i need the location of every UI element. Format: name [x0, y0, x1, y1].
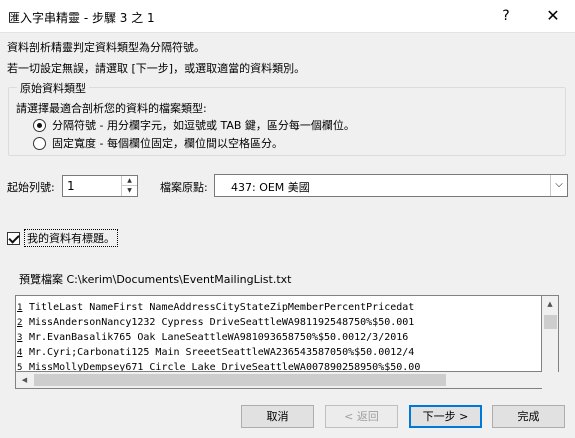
spinner-arrows[interactable]: ▲ ▼	[121, 176, 137, 196]
checkbox-checked-icon[interactable]	[7, 231, 20, 245]
horizontal-scrollbar[interactable]: ◀	[15, 372, 542, 389]
row-number: 2	[17, 317, 23, 328]
spin-up-icon[interactable]: ▲	[122, 176, 137, 186]
vertical-scroll-thumb[interactable]	[544, 315, 557, 329]
data-type-group: 原始資料類型 請選擇最適合剖析您的資料的檔案類型: 分隔符號 - 用分欄字元，如…	[8, 80, 566, 156]
preview-row: 4 Mr.Cyri;Carbonati125 Main SreeetSeattl…	[17, 345, 420, 360]
title-bar: 匯入字串精靈 - 步驟 3 之 1 ? ✕	[0, 0, 575, 33]
group-prompt: 請選擇最適合剖析您的資料的檔案類型:	[16, 102, 207, 115]
preview-row: 3 Mr.EvanBasalik765 Oak LaneSeattleWA981…	[17, 330, 420, 345]
radio-unselected-icon[interactable]	[33, 136, 46, 150]
start-row-spinner[interactable]: 1 ▲ ▼	[62, 175, 138, 197]
file-origin-dropdown[interactable]: 437: OEM 美國 ⌵	[214, 174, 568, 197]
has-headers-label[interactable]: 我的資料有標題。	[24, 229, 118, 247]
has-headers-checkbox[interactable]: 我的資料有標題。	[7, 229, 118, 247]
scroll-up-icon[interactable]: ▲	[542, 296, 558, 313]
row-text: MissMollyDempsey671 Circle Lake DriveSea…	[29, 362, 421, 372]
row-text: MissAndersonNancy1232 Cypress DriveSeatt…	[29, 317, 415, 328]
radio-delimited[interactable]: 分隔符號 - 用分欄字元，如逗號或 TAB 鍵，區分每一個欄位。	[33, 117, 355, 133]
back-button[interactable]: < 返回	[325, 405, 398, 428]
preview-row: 1 TitleLast NameFirst NameAddressCitySta…	[17, 300, 420, 315]
chevron-down-icon[interactable]: ⌵	[550, 175, 567, 196]
horizontal-scroll-thumb[interactable]	[34, 374, 446, 386]
row-number: 1	[17, 302, 23, 313]
preview-pane[interactable]: 1 TitleLast NameFirst NameAddressCitySta…	[15, 295, 542, 372]
preview-lines: 1 TitleLast NameFirst NameAddressCitySta…	[17, 300, 421, 372]
preview-row: 2 MissAndersonNancy1232 Cypress DriveSea…	[17, 315, 420, 330]
scroll-left-icon[interactable]: ◀	[16, 372, 33, 388]
row-text: TitleLast NameFirst NameAddressCityState…	[29, 302, 415, 313]
row-number: 3	[17, 332, 23, 343]
radio-fixed-width-label: 固定寬度 - 每個欄位固定，欄位間以空格區分。	[52, 137, 283, 150]
vertical-scrollbar[interactable]: ▲	[542, 295, 559, 372]
radio-fixed-width[interactable]: 固定寬度 - 每個欄位固定，欄位間以空格區分。	[33, 135, 283, 151]
preview-row: 5 MissMollyDempsey671 Circle Lake DriveS…	[17, 360, 421, 372]
import-options-row: 起始列號: 1 ▲ ▼ 檔案原點: 437: OEM 美國 ⌵	[0, 174, 575, 198]
row-number: 4	[17, 347, 23, 358]
spin-down-icon[interactable]: ▼	[122, 186, 137, 196]
cancel-button[interactable]: 取消	[241, 405, 314, 428]
intro-line-1: 資料剖析精靈判定資料類型為分隔符號。	[7, 41, 205, 54]
next-button[interactable]: 下一步 >	[409, 405, 482, 428]
start-row-value[interactable]: 1	[67, 179, 75, 193]
help-button[interactable]: ?	[486, 4, 526, 29]
file-origin-label: 檔案原點:	[160, 181, 208, 194]
row-number: 5	[17, 362, 23, 372]
group-legend: 原始資料類型	[17, 80, 89, 96]
intro-line-2: 若一切設定無誤，請選取 [下一步]，或選取適當的資料類別。	[7, 62, 306, 75]
row-text: Mr.EvanBasalik765 Oak LaneSeattleWA98109…	[29, 332, 409, 343]
finish-button[interactable]: 完成	[492, 405, 565, 428]
row-text: Mr.Cyri;Carbonati125 Main SreeetSeattleW…	[29, 347, 415, 358]
radio-delimited-label: 分隔符號 - 用分欄字元，如逗號或 TAB 鍵，區分每一個欄位。	[52, 119, 355, 132]
start-row-label: 起始列號:	[7, 181, 55, 194]
preview-file-label: 預覽檔案 C:\kerim\Documents\EventMailingList…	[19, 273, 292, 286]
radio-selected-icon[interactable]	[33, 118, 46, 132]
close-button[interactable]: ✕	[533, 4, 573, 29]
window-title: 匯入字串精靈 - 步驟 3 之 1	[8, 11, 155, 25]
file-origin-value[interactable]: 437: OEM 美國	[231, 179, 310, 195]
